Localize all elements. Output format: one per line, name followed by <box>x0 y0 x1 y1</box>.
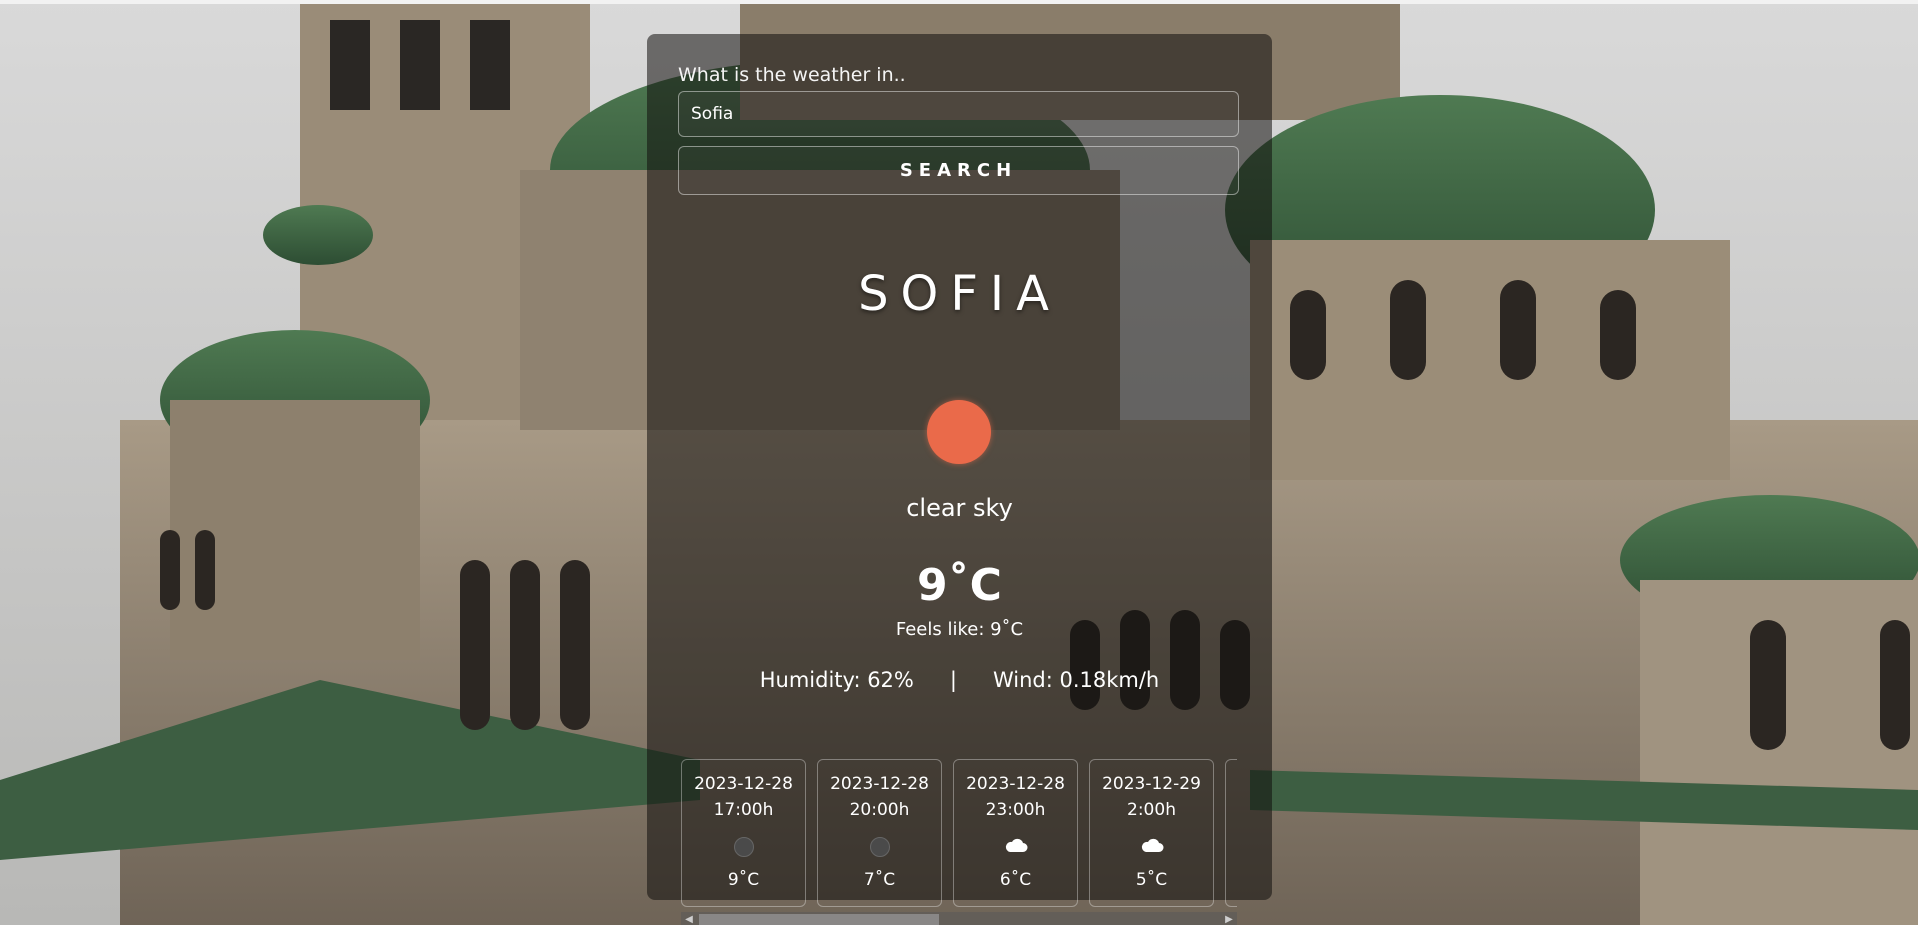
forecast-item: 2023-12-28 20:00h 7˚C <box>817 759 942 907</box>
forecast-temp: 9˚C <box>727 870 760 890</box>
cloud-icon <box>1141 838 1163 852</box>
city-search-input[interactable] <box>678 91 1239 137</box>
city-name: SOFIA <box>858 266 1061 322</box>
browser-top-edge <box>0 0 1918 4</box>
humidity: Humidity: 62% <box>759 668 914 692</box>
forecast-date: 2023-12-28 <box>830 774 929 794</box>
scroll-left-icon[interactable]: ◀ <box>681 912 697 925</box>
forecast-time: 20:00h <box>849 800 910 820</box>
forecast-date: 2023-12-29 <box>1102 774 1201 794</box>
search-prompt: What is the weather in.. <box>678 64 906 86</box>
weather-description: clear sky <box>906 494 1013 522</box>
feels-like: Feels like: 9˚C <box>895 619 1024 640</box>
forecast-list[interactable]: 2023-12-28 17:00h 9˚C 2023-12-28 20:00h … <box>681 724 1237 910</box>
forecast-date: 2023-12-28 <box>694 774 793 794</box>
scroll-right-icon[interactable]: ▶ <box>1221 912 1237 925</box>
forecast-temp: 6˚C <box>999 870 1032 890</box>
cloud-icon <box>1005 838 1027 852</box>
forecast-time: 2:00h <box>1127 800 1176 820</box>
stats-separator: | <box>949 668 957 692</box>
search-button[interactable]: SEARCH <box>678 146 1239 195</box>
sun-icon <box>927 400 991 464</box>
forecast-temp: 5˚C <box>1135 870 1168 890</box>
forecast-item: 2023-12-28 23:00h 6˚C <box>953 759 1078 907</box>
weather-stats: Humidity: 62% | Wind: 0.18km/h <box>647 668 1272 692</box>
forecast-time: 23:00h <box>985 800 1046 820</box>
weather-card: What is the weather in.. SEARCH SOFIA cl… <box>647 34 1272 925</box>
clear-night-icon <box>733 837 754 857</box>
clear-night-icon <box>869 837 890 857</box>
current-temperature: 9˚C <box>917 560 1002 611</box>
wind: Wind: 0.18km/h <box>992 668 1160 692</box>
forecast-scrollbar[interactable]: ◀ ▶ <box>681 912 1237 925</box>
forecast-date: 2023-12-28 <box>966 774 1065 794</box>
forecast-time: 17:00h <box>713 800 774 820</box>
forecast-item: 2023-12-28 17:00h 9˚C <box>681 759 806 907</box>
scroll-thumb[interactable] <box>699 914 939 925</box>
forecast-item-partial <box>1225 759 1237 907</box>
forecast-temp: 7˚C <box>863 870 896 890</box>
forecast-item: 2023-12-29 2:00h 5˚C <box>1089 759 1214 907</box>
